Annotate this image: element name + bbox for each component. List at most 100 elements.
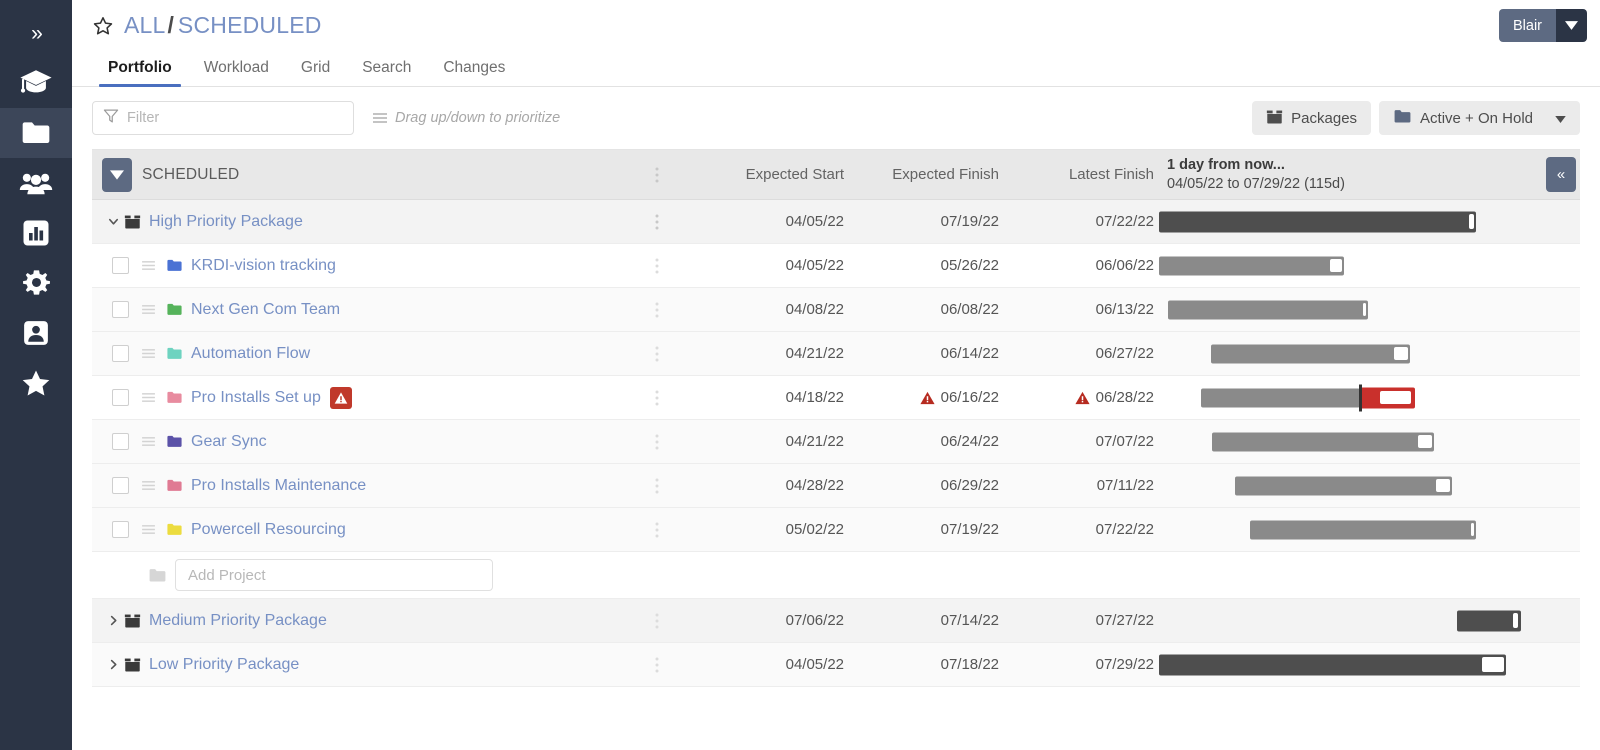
gantt-cell[interactable] [1157,599,1580,642]
gantt-bar[interactable] [1159,654,1506,675]
package-name[interactable]: High Priority Package [149,213,303,231]
packages-button[interactable]: Packages [1252,101,1372,135]
project-name[interactable]: Next Gen Com Team [191,301,340,319]
table-row[interactable]: Powercell Resourcing 05/02/22 07/19/22 0… [92,508,1580,552]
collapse-panel-button[interactable]: « [1546,157,1576,192]
gantt-cell[interactable] [1157,643,1580,686]
cell-expected-start: 04/05/22 [785,257,844,274]
warning-badge-icon[interactable] [329,386,352,409]
table-row[interactable]: KRDI-vision tracking 04/05/22 05/26/22 0… [92,244,1580,288]
sidebar-item-projects[interactable] [0,108,72,158]
table-row[interactable]: Medium Priority Package 07/06/22 07/14/2… [92,599,1580,643]
project-name[interactable]: Gear Sync [191,433,267,451]
row-menu-button[interactable] [622,390,692,406]
tab-portfolio[interactable]: Portfolio [92,59,188,87]
row-checkbox[interactable] [112,345,129,362]
gantt-bar[interactable] [1211,344,1410,363]
gantt-bar[interactable] [1250,520,1477,539]
sidebar-item-people[interactable] [0,158,72,208]
drag-handle-icon[interactable] [141,524,156,535]
drag-handle-icon[interactable] [141,392,156,403]
gantt-bar[interactable] [1234,476,1452,495]
row-checkbox[interactable] [112,301,129,318]
gantt-bar[interactable] [1457,610,1521,631]
row-menu-button[interactable] [622,613,692,629]
gantt-cell[interactable] [1157,200,1580,243]
row-menu-button[interactable] [622,657,692,673]
collapse-all-button[interactable] [102,157,132,192]
column-header-expected-finish[interactable]: Expected Finish [847,166,1002,183]
status-filter-dropdown[interactable]: Active + On Hold [1379,101,1580,135]
project-name[interactable]: Pro Installs Set up [191,389,321,407]
row-checkbox[interactable] [112,257,129,274]
table-row[interactable]: Pro Installs Maintenance 04/28/22 06/29/… [92,464,1580,508]
table-row[interactable]: Low Priority Package 04/05/22 07/18/22 0… [92,643,1580,687]
gantt-bar[interactable] [1212,432,1434,451]
gantt-cell[interactable] [1157,376,1580,419]
table-row[interactable]: Gear Sync 04/21/22 06/24/22 07/07/22 [92,420,1580,464]
user-menu[interactable]: Blair [1498,9,1587,42]
package-name[interactable]: Medium Priority Package [149,612,327,630]
sidebar-item-account[interactable] [0,308,72,358]
breadcrumb-current[interactable]: SCHEDULED [178,12,322,39]
gantt-danger-segment[interactable] [1360,387,1416,408]
filter-input[interactable] [127,110,343,126]
row-checkbox[interactable] [112,433,129,450]
project-name[interactable]: Pro Installs Maintenance [191,477,366,495]
gantt-bar[interactable] [1167,300,1369,319]
gantt-slack-segment [1469,214,1474,229]
row-menu-button[interactable] [622,214,692,230]
drag-handle-icon[interactable] [141,304,156,315]
tab-workload[interactable]: Workload [188,59,285,86]
row-menu-button[interactable] [622,346,692,362]
gantt-bar[interactable] [1201,388,1361,407]
tab-grid[interactable]: Grid [285,59,346,86]
drag-handle-icon[interactable] [141,480,156,491]
gantt-cell[interactable] [1157,332,1580,375]
column-header-expected-start[interactable]: Expected Start [692,166,847,183]
row-menu-button[interactable] [622,434,692,450]
gantt-cell[interactable] [1157,464,1580,507]
filter-box[interactable] [92,101,354,135]
drag-handle-icon[interactable] [141,436,156,447]
chevron-right-icon[interactable] [102,658,124,671]
row-menu-button[interactable] [622,258,692,274]
sidebar-item-training[interactable] [0,58,72,108]
grid-header-menu[interactable] [622,167,692,183]
add-project-input[interactable] [175,559,493,591]
gantt-bar[interactable] [1159,256,1344,275]
gantt-cell[interactable] [1157,420,1580,463]
project-name[interactable]: Automation Flow [191,345,310,363]
breadcrumb-root[interactable]: ALL [124,12,166,39]
drag-handle-icon[interactable] [141,348,156,359]
row-menu-button[interactable] [622,302,692,318]
package-icon [1266,108,1283,129]
table-row[interactable]: High Priority Package 04/05/22 07/19/22 … [92,200,1580,244]
gantt-bar[interactable] [1159,211,1476,232]
gantt-cell[interactable] [1157,508,1580,551]
star-outline-icon[interactable] [92,15,114,37]
table-row[interactable]: Automation Flow 04/21/22 06/14/22 06/27/… [92,332,1580,376]
sidebar-item-expand-sidebar[interactable]: » [0,10,72,58]
sidebar-item-settings[interactable] [0,258,72,308]
tab-search[interactable]: Search [346,59,427,86]
row-checkbox[interactable] [112,477,129,494]
package-name[interactable]: Low Priority Package [149,656,299,674]
sidebar-item-reports[interactable] [0,208,72,258]
gantt-cell[interactable] [1157,288,1580,331]
row-menu-button[interactable] [622,478,692,494]
project-name[interactable]: Powercell Resourcing [191,521,346,539]
table-row[interactable]: Pro Installs Set up 04/18/22 06/16/22 06… [92,376,1580,420]
tab-changes[interactable]: Changes [427,59,521,86]
drag-handle-icon[interactable] [141,260,156,271]
chevron-right-icon[interactable] [102,614,124,627]
gantt-cell[interactable] [1157,244,1580,287]
column-header-latest-finish[interactable]: Latest Finish [1002,166,1157,183]
row-menu-button[interactable] [622,522,692,538]
sidebar-item-favorites[interactable] [0,358,72,408]
project-name[interactable]: KRDI-vision tracking [191,257,336,275]
table-row[interactable]: Next Gen Com Team 04/08/22 06/08/22 06/1… [92,288,1580,332]
row-checkbox[interactable] [112,389,129,406]
row-checkbox[interactable] [112,521,129,538]
chevron-down-icon[interactable] [102,215,124,228]
